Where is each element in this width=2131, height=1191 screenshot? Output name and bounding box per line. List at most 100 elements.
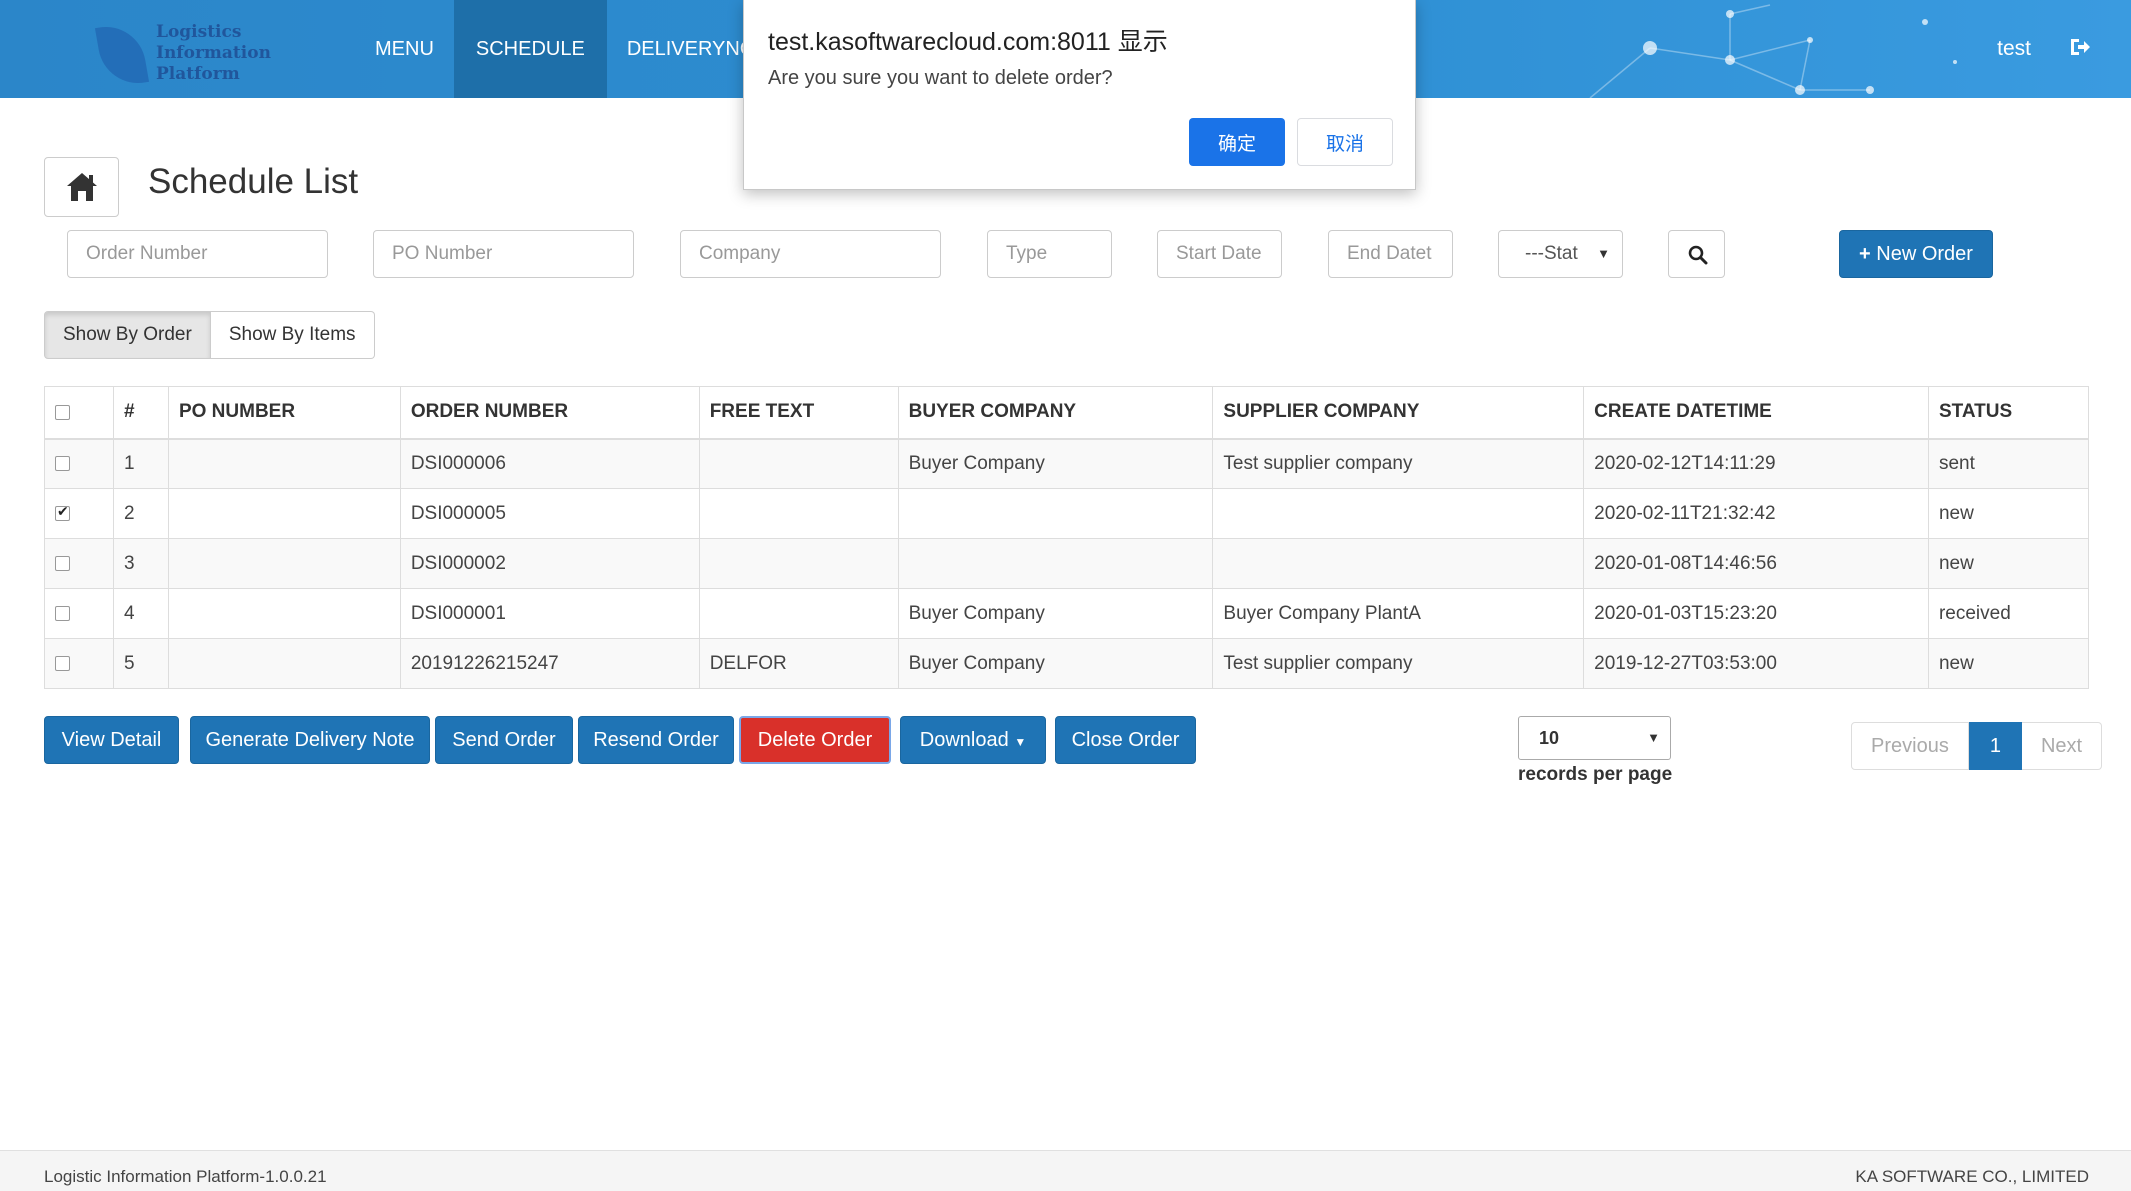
row-checkbox[interactable] — [55, 655, 70, 671]
col-buyer-company[interactable]: BUYER COMPANY — [897, 386, 1214, 440]
end-date-input[interactable] — [1328, 230, 1453, 278]
cell-order: DSI000001 — [399, 588, 700, 639]
cell-buyer — [897, 538, 1214, 589]
cell-supplier — [1212, 538, 1585, 589]
cell-free — [698, 538, 899, 589]
cell-supplier: Test supplier company — [1212, 438, 1585, 489]
schedule-table: # PO NUMBER ORDER NUMBER FREE TEXT BUYER… — [44, 386, 2090, 689]
previous-page-button[interactable]: Previous — [1851, 722, 1969, 770]
row-checkbox[interactable] — [55, 555, 70, 571]
cell-status: new — [1927, 638, 2090, 689]
show-by-order-button[interactable]: Show By Order — [44, 311, 211, 359]
nav-menu[interactable]: MENU — [355, 0, 454, 98]
cell-status: new — [1927, 488, 2090, 539]
select-all-cell — [44, 386, 114, 440]
dialog-message: Are you sure you want to delete order? — [768, 67, 1113, 89]
col-num[interactable]: # — [112, 386, 169, 440]
cell-status: received — [1927, 588, 2090, 639]
new-order-label: New Order — [1876, 242, 1973, 265]
user-name[interactable]: test — [1997, 0, 2031, 98]
cell-order: DSI000005 — [399, 488, 700, 539]
search-button[interactable] — [1668, 230, 1725, 278]
download-button[interactable]: Download ▼ — [900, 716, 1046, 764]
view-detail-button[interactable]: View Detail — [44, 716, 179, 764]
caret-down-icon: ▼ — [1014, 734, 1027, 749]
cell-num: 5 — [112, 638, 169, 689]
row-checkbox[interactable] — [55, 456, 70, 472]
cell-buyer: Buyer Company — [897, 438, 1214, 489]
download-label: Download — [919, 728, 1009, 751]
cell-num: 1 — [112, 438, 169, 489]
home-button[interactable] — [44, 157, 119, 217]
col-supplier-company[interactable]: SUPPLIER COMPANY — [1212, 386, 1585, 440]
generate-delivery-note-button[interactable]: Generate Delivery Note — [190, 716, 430, 764]
cell-order: DSI000006 — [399, 438, 700, 489]
close-order-button[interactable]: Close Order — [1055, 716, 1196, 764]
row-checkbox[interactable] — [55, 605, 70, 621]
cell-supplier: Buyer Company PlantA — [1212, 588, 1585, 639]
table-row[interactable]: 5 20191226215247 DELFOR Buyer Company Te… — [44, 638, 2090, 689]
confirm-dialog: test.kasoftwarecloud.com:8011 显示 Are you… — [743, 0, 1416, 190]
dialog-title: test.kasoftwarecloud.com:8011 显示 — [768, 28, 1168, 56]
table-row[interactable]: 1 DSI000006 Buyer Company Test supplier … — [44, 438, 2090, 489]
sign-out-icon[interactable] — [2069, 36, 2091, 58]
cell-num: 3 — [112, 538, 169, 589]
table-row[interactable]: 2 DSI000005 2020-02-11T21:32:42 new — [44, 488, 2090, 539]
resend-order-button[interactable]: Resend Order — [578, 716, 734, 764]
records-per-page-select[interactable]: 10 ▼ — [1518, 716, 1671, 760]
dialog-ok-button[interactable]: 确定 — [1189, 118, 1285, 166]
cell-free: DELFOR — [698, 638, 899, 689]
logo-line-2: Information — [156, 43, 271, 63]
view-toggle: Show By Order Show By Items — [44, 311, 375, 359]
nav-schedule[interactable]: SCHEDULE — [453, 0, 607, 98]
logo-line-3: Platform — [156, 64, 240, 84]
cell-order: DSI000002 — [399, 538, 700, 589]
plus-icon: + — [1859, 242, 1871, 265]
dialog-cancel-button[interactable]: 取消 — [1297, 118, 1393, 166]
logo-text: Logistics Information Platform — [156, 22, 296, 85]
table-header-row: # PO NUMBER ORDER NUMBER FREE TEXT BUYER… — [44, 386, 2090, 440]
footer-version: Logistic Information Platform-1.0.0.21 — [44, 1167, 327, 1186]
records-per-page-value: 10 — [1539, 728, 1560, 748]
logo-line-1: Logistics — [156, 22, 242, 42]
type-input[interactable] — [987, 230, 1112, 278]
caret-down-icon: ▼ — [1647, 730, 1660, 745]
col-create-datetime[interactable]: CREATE DATETIME — [1583, 386, 1929, 440]
cell-num: 4 — [112, 588, 169, 639]
col-status[interactable]: STATUS — [1927, 386, 2090, 440]
cell-po — [167, 538, 401, 589]
footer: Logistic Information Platform-1.0.0.21 K… — [0, 1150, 2131, 1191]
start-date-input[interactable] — [1157, 230, 1282, 278]
row-checkbox[interactable] — [55, 503, 70, 521]
select-all-checkbox[interactable] — [55, 404, 70, 420]
status-select[interactable]: ---Stat ▼ — [1498, 230, 1623, 278]
company-input[interactable] — [680, 230, 941, 278]
logo[interactable]: Logistics Information Platform — [94, 18, 286, 90]
col-order-number[interactable]: ORDER NUMBER — [399, 386, 700, 440]
delete-order-button[interactable]: Delete Order — [739, 716, 891, 764]
cell-status: new — [1927, 538, 2090, 589]
records-per-page-label: records per page — [1518, 764, 1673, 785]
search-icon — [1688, 245, 1708, 265]
table-row[interactable]: 3 DSI000002 2020-01-08T14:46:56 new — [44, 538, 2090, 589]
table-row[interactable]: 4 DSI000001 Buyer Company Buyer Company … — [44, 588, 2090, 639]
order-number-input[interactable] — [67, 230, 328, 278]
page-title: Schedule List — [148, 162, 359, 201]
cell-created: 2019-12-27T03:53:00 — [1583, 638, 1929, 689]
cell-supplier — [1212, 488, 1585, 539]
new-order-button[interactable]: + New Order — [1839, 230, 1993, 278]
cell-created: 2020-02-11T21:32:42 — [1583, 488, 1929, 539]
next-page-button[interactable]: Next — [2021, 722, 2103, 770]
cell-po — [167, 638, 401, 689]
cell-order: 20191226215247 — [399, 638, 700, 689]
col-po-number[interactable]: PO NUMBER — [167, 386, 401, 440]
col-free-text[interactable]: FREE TEXT — [698, 386, 899, 440]
network-decoration-icon — [1589, 4, 1957, 98]
send-order-button[interactable]: Send Order — [435, 716, 573, 764]
status-select-value: ---Stat — [1525, 243, 1578, 264]
current-page-button[interactable]: 1 — [1968, 722, 2022, 770]
cell-buyer: Buyer Company — [897, 588, 1214, 639]
cell-created: 2020-02-12T14:11:29 — [1583, 438, 1929, 489]
show-by-items-button[interactable]: Show By Items — [210, 311, 375, 359]
po-number-input[interactable] — [373, 230, 634, 278]
